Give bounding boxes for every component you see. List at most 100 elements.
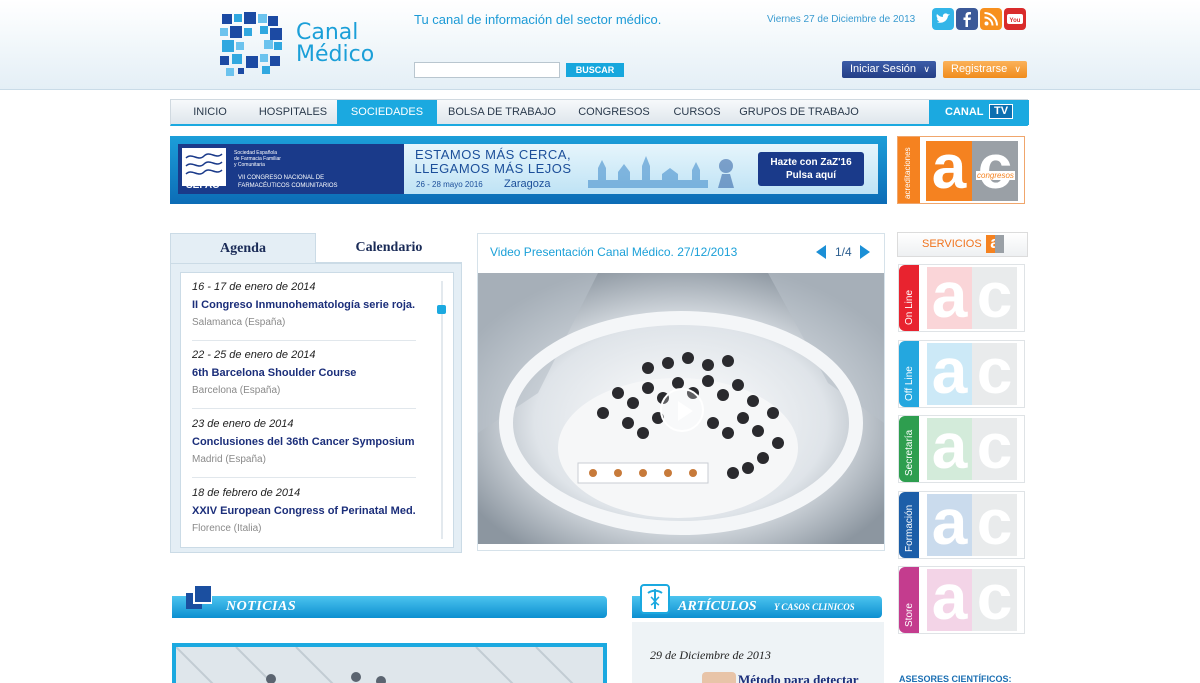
page: Canal Médico Tu canal de información del…	[0, 0, 1200, 683]
ac-logo-icon: ac	[927, 565, 1017, 631]
site-header: Canal Médico Tu canal de información del…	[0, 0, 1200, 90]
video-counter: 1/4	[835, 245, 852, 259]
banner-city: Zaragoza	[504, 178, 551, 190]
servicio-label: Store	[904, 603, 915, 627]
news-featured-image[interactable]	[172, 643, 607, 683]
search-button[interactable]: BUSCAR	[566, 63, 624, 77]
servicio-online[interactable]: On Line ac	[898, 263, 1025, 332]
acreditaciones-tab: acreditaciones	[898, 137, 920, 203]
event-place: Barcelona (España)	[192, 385, 281, 396]
nav-item-inicio[interactable]: INICIO	[171, 100, 249, 125]
article-date: 29 de Diciembre de 2013	[650, 648, 771, 662]
event-title[interactable]: II Congreso Inmunohematología serie roja…	[192, 299, 415, 311]
ac-congresos-logo: a c congresos	[926, 137, 1022, 201]
list-item[interactable]: 18 de febrero de 2014 XXIV European Cong…	[192, 479, 416, 547]
ac-logo-icon: ac	[927, 490, 1017, 556]
ac-letter-a: a	[926, 137, 972, 201]
news-photo	[176, 647, 603, 683]
banner-cta-line2: Pulsa aquí	[785, 170, 836, 181]
event-title[interactable]: XXIV European Congress of Perinatal Med.	[192, 505, 416, 517]
event-title[interactable]: Conclusiones del 36th Cancer Symposium	[192, 436, 415, 448]
sefac-wordmark: SEFAC	[186, 180, 220, 191]
sefac-full-name: Sociedad Española de Farmacia Familiar y…	[234, 150, 281, 168]
event-place: Salamanca (España)	[192, 317, 286, 328]
nav-item-congresos[interactable]: CONGRESOS	[567, 100, 661, 125]
banner-cta-line1: Hazte con ZaZ'16	[770, 157, 852, 168]
search-input[interactable]	[414, 62, 560, 78]
logo-text[interactable]: Canal Médico	[296, 22, 374, 66]
nav-item-sociedades[interactable]: SOCIEDADES	[337, 100, 437, 125]
video-title[interactable]: Video Presentación Canal Médico. 27/12/2…	[490, 245, 737, 259]
event-date: 23 de enero de 2014	[192, 418, 294, 430]
chevron-down-icon: ∨	[923, 64, 930, 74]
nav-item-hospitales[interactable]: HOSPITALES	[249, 100, 337, 125]
servicio-label: Off Line	[904, 366, 915, 401]
tab-calendario[interactable]: Calendario	[316, 233, 462, 263]
tab-agenda[interactable]: Agenda	[170, 233, 316, 263]
servicio-tab: Off Line	[899, 341, 919, 407]
agenda-scrollbar[interactable]	[441, 281, 443, 539]
event-place: Madrid (España)	[192, 454, 266, 465]
article-link[interactable]: Método para detectar	[738, 672, 859, 683]
canal-tv-button[interactable]: CANAL TV	[929, 100, 1029, 125]
register-label: Registrarse	[951, 63, 1008, 75]
main-nav: INICIO HOSPITALES SOCIEDADES BOLSA DE TR…	[170, 99, 1029, 126]
servicio-label: Formación	[904, 504, 915, 552]
youtube-icon[interactable]: You	[1004, 8, 1026, 30]
agenda-scroll-thumb[interactable]	[437, 305, 446, 314]
current-date: Viernes 27 de Diciembre de 2013	[767, 14, 916, 25]
servicio-formacion[interactable]: Formación ac	[898, 490, 1025, 559]
article-thumbnail[interactable]	[702, 672, 736, 683]
event-date: 18 de febrero de 2014	[192, 487, 301, 499]
sefac-block: SEFAC Sociedad Española de Farmacia Fami…	[178, 144, 404, 194]
asesores-heading: ASESORES CIENTÍFICOS:	[899, 674, 1012, 683]
servicio-store[interactable]: Store ac	[898, 565, 1025, 634]
nav-item-grupos-de-trabajo[interactable]: GRUPOS DE TRABAJO	[733, 100, 865, 125]
acreditaciones-label: acreditaciones	[903, 147, 912, 199]
servicio-secretaria[interactable]: Secretaría ac	[898, 414, 1025, 483]
twitter-icon[interactable]	[932, 8, 954, 30]
banner-content: SEFAC Sociedad Española de Farmacia Fami…	[178, 144, 878, 194]
agenda-widget: Agenda Calendario 16 - 17 de enero de 20…	[170, 233, 462, 553]
video-player[interactable]	[478, 273, 884, 544]
login-button[interactable]: Iniciar Sesión ∨	[842, 61, 936, 78]
nav-item-cursos[interactable]: CURSOS	[661, 100, 733, 125]
list-item[interactable]: 23 de enero de 2014 Conclusiones del 36t…	[192, 410, 416, 478]
servicio-tab: On Line	[899, 265, 919, 331]
next-arrow-icon[interactable]	[860, 245, 870, 259]
event-title[interactable]: 6th Barcelona Shoulder Course	[192, 367, 356, 379]
servicio-tab: Store	[899, 567, 919, 633]
site-tagline: Tu canal de información del sector médic…	[414, 12, 662, 27]
servicio-offline[interactable]: Off Line ac	[898, 339, 1025, 408]
tv-icon: TV	[989, 104, 1013, 119]
prev-arrow-icon[interactable]	[816, 245, 826, 259]
register-button[interactable]: Registrarse ∨	[943, 61, 1027, 78]
ac-logo-icon: ac	[927, 263, 1017, 329]
play-icon[interactable]	[660, 388, 704, 432]
noticias-header[interactable]: NOTICIAS	[172, 585, 607, 618]
agenda-body: 16 - 17 de enero de 2014 II Congreso Inm…	[170, 263, 462, 553]
ac-logo-icon: ac	[927, 339, 1017, 405]
servicio-label: Secretaría	[904, 429, 915, 476]
servicio-tab: Secretaría	[899, 416, 919, 482]
banner-cta-button[interactable]: Hazte con ZaZ'16 Pulsa aquí	[758, 152, 864, 186]
ac-congresos-ad[interactable]: acreditaciones a c congresos	[897, 136, 1025, 204]
zaragoza-skyline-icon	[588, 156, 734, 188]
articulos-header[interactable]: ARTÍCULOS Y CASOS CLINICOS	[632, 584, 882, 618]
facebook-icon[interactable]	[956, 8, 978, 30]
video-widget: Video Presentación Canal Médico. 27/12/2…	[477, 233, 885, 551]
nav-item-bolsa-de-trabajo[interactable]: BOLSA DE TRABAJO	[437, 100, 567, 125]
agenda-list: 16 - 17 de enero de 2014 II Congreso Inm…	[180, 272, 454, 548]
sefac-banner[interactable]: SEFAC Sociedad Española de Farmacia Fami…	[170, 136, 887, 204]
servicio-label: On Line	[904, 289, 915, 325]
servicios-label: SERVICIOS	[922, 238, 982, 250]
svg-text:You: You	[1010, 18, 1021, 24]
rss-icon[interactable]	[980, 8, 1002, 30]
list-item[interactable]: 16 - 17 de enero de 2014 II Congreso Inm…	[192, 273, 416, 341]
logo-line-medico: Médico	[296, 42, 375, 67]
list-item[interactable]: 22 - 25 de enero de 2014 6th Barcelona S…	[192, 341, 416, 409]
servicio-tab: Formación	[899, 492, 919, 558]
banner-headline-line1: ESTAMOS MÁS CERCA,	[414, 147, 572, 162]
chevron-down-icon: ∨	[1014, 64, 1021, 74]
articulos-panel: 29 de Diciembre de 2013 Método para dete…	[632, 622, 884, 683]
